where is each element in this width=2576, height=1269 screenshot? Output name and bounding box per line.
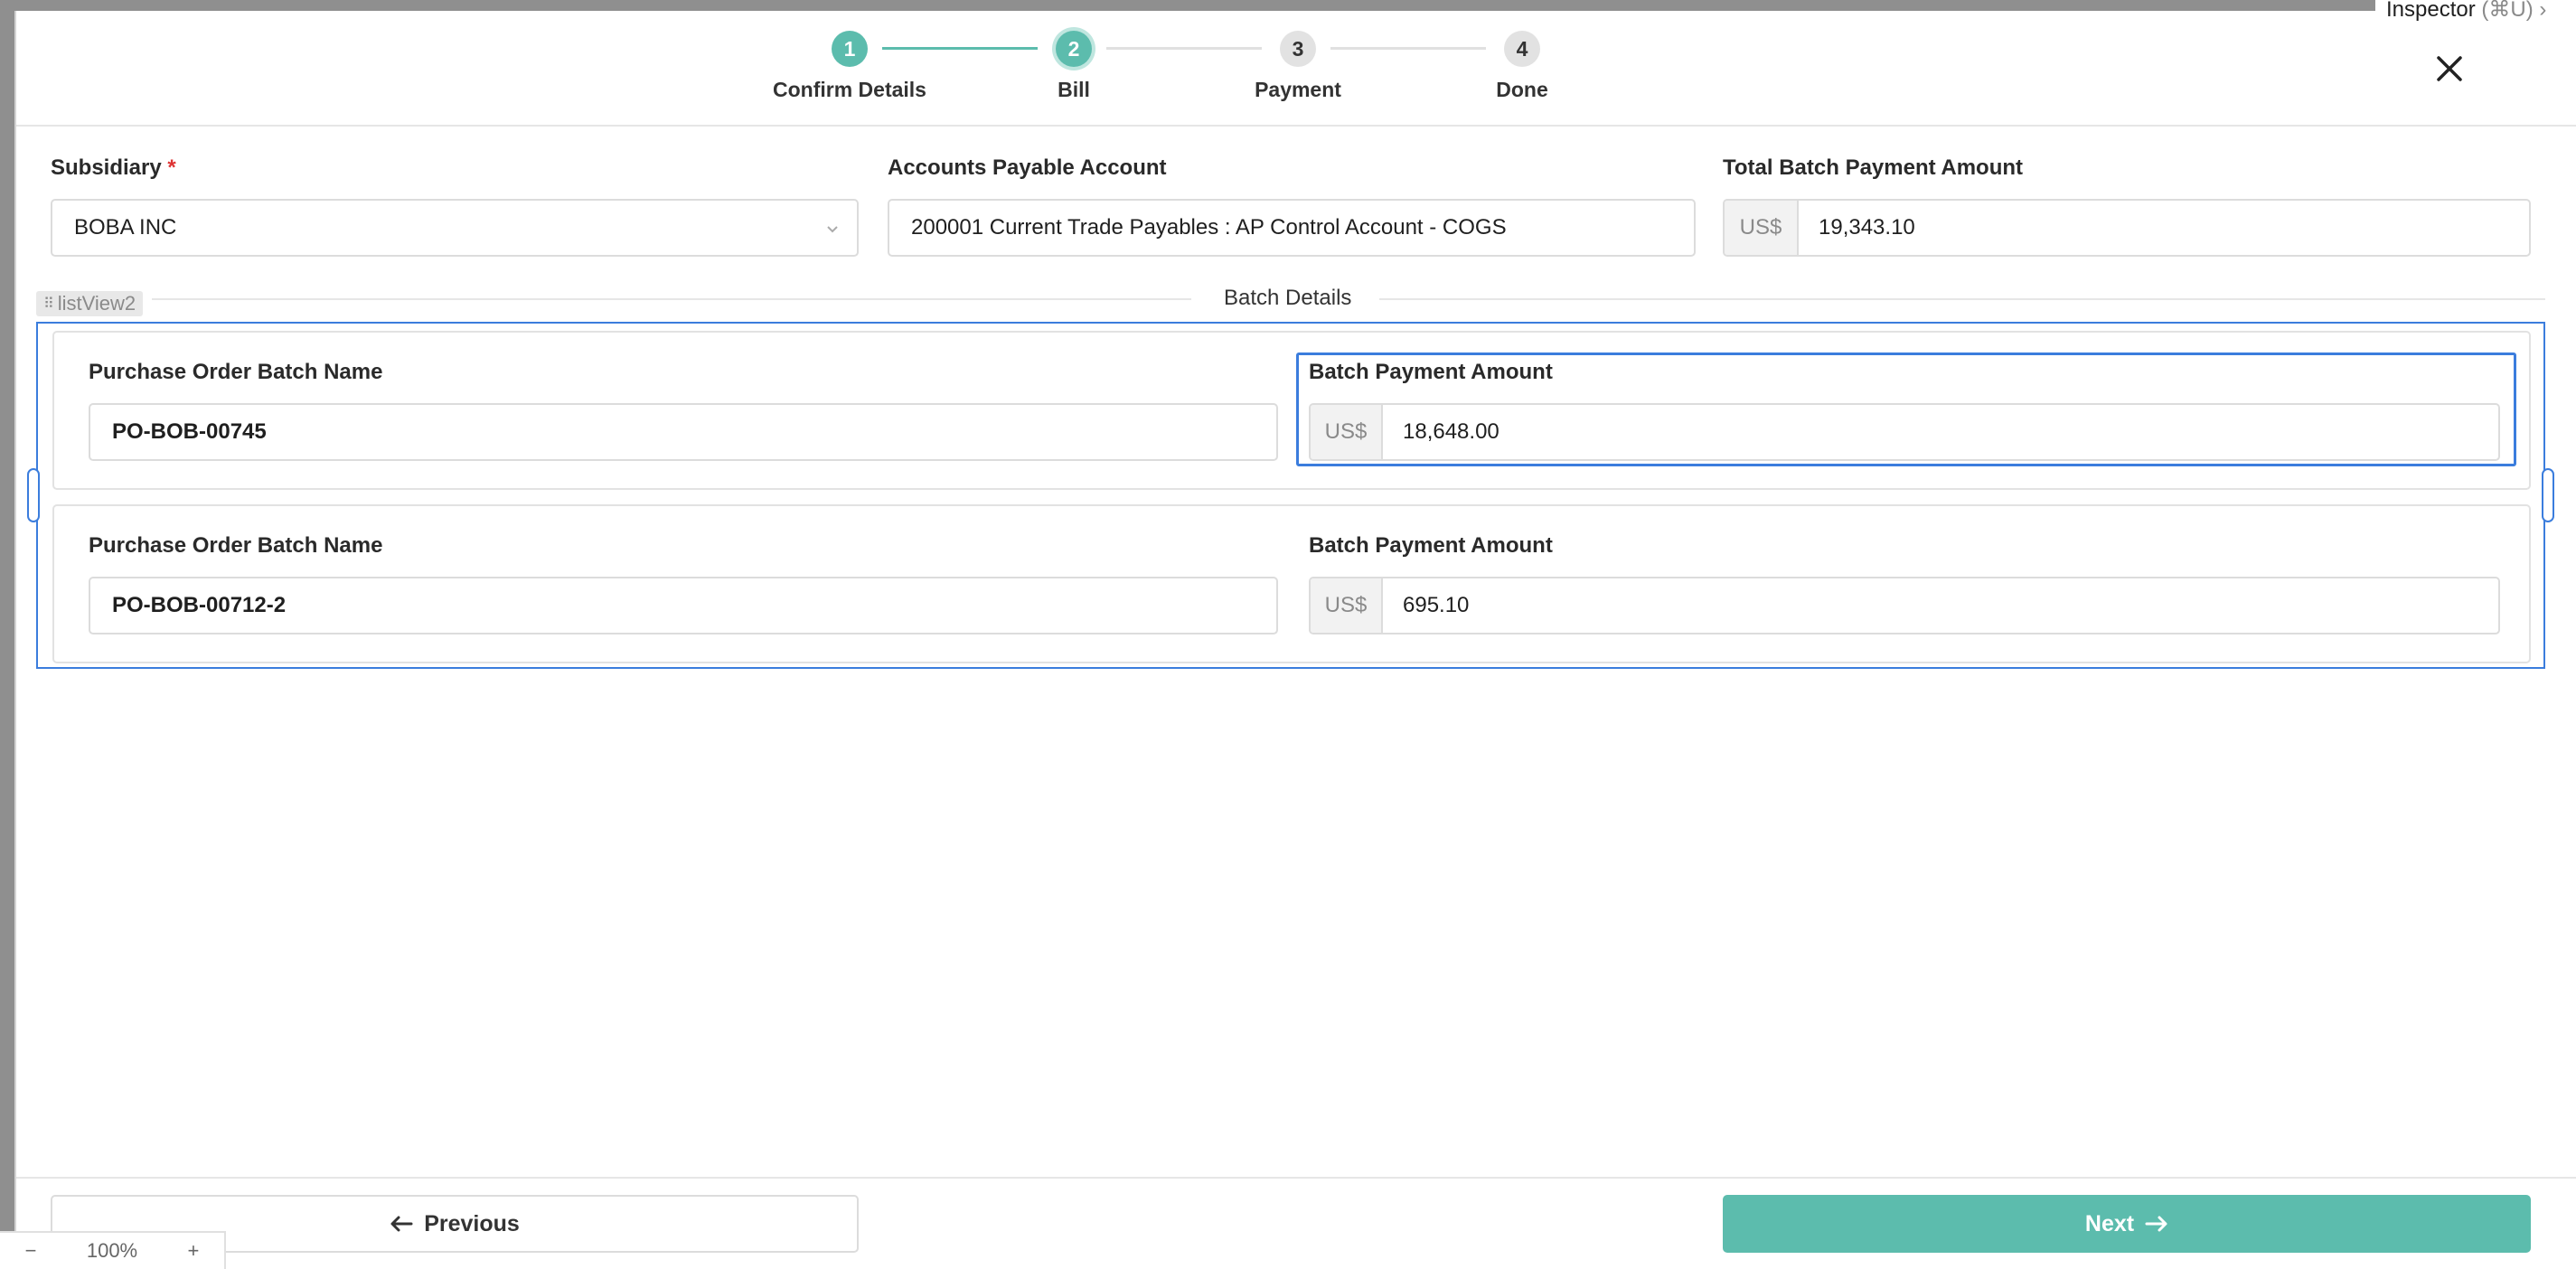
next-label: Next (2084, 1210, 2135, 1236)
step-bill[interactable]: 2 Bill (983, 31, 1164, 102)
step-label: Confirm Details (773, 78, 926, 101)
resize-handle-right[interactable] (2542, 468, 2554, 522)
total-amount-value: 19,343.10 (1819, 215, 1915, 240)
next-button[interactable]: Next (1723, 1195, 2531, 1253)
po-batch-name-label: Purchase Order Batch Name (89, 533, 383, 558)
currency-prefix: US$ (1725, 201, 1799, 255)
list-item: Purchase Order Batch Name PO-BOB-00712-2… (52, 504, 2531, 663)
po-batch-name-field[interactable]: PO-BOB-00712-2 (89, 577, 1278, 634)
batch-amount-label: Batch Payment Amount (1309, 533, 1553, 558)
ap-account-field[interactable]: 200001 Current Trade Payables : AP Contr… (888, 199, 1696, 257)
drag-handle-icon: ⠿ (43, 296, 54, 312)
list-item: Purchase Order Batch Name PO-BOB-00745 B… (52, 331, 2531, 490)
inspector-toggle[interactable]: Inspector (⌘U) › (2375, 0, 2576, 31)
required-marker: * (167, 155, 176, 180)
listview-name: listView2 (57, 292, 136, 315)
currency-prefix: US$ (1311, 405, 1383, 459)
batch-amount-value: 695.10 (1403, 593, 1470, 617)
ap-account-value: 200001 Current Trade Payables : AP Contr… (911, 215, 1507, 240)
subsidiary-value: BOBA INC (74, 215, 177, 240)
step-confirm-details[interactable]: 1 Confirm Details (759, 31, 940, 102)
inspector-shortcut: (⌘U) (2481, 0, 2534, 22)
batch-amount-field[interactable]: US$ 18,648.00 (1309, 403, 2500, 461)
chevron-right-icon: › (2539, 0, 2547, 22)
divider-right (1379, 298, 2545, 300)
batch-payment-modal: 1 Confirm Details 2 Bill 3 Payment 4 Don… (14, 11, 2576, 1269)
subsidiary-select[interactable]: BOBA INC (51, 199, 859, 257)
batch-amount-value: 18,648.00 (1403, 419, 1500, 444)
close-icon[interactable] (2431, 51, 2468, 87)
batch-amount-label: Batch Payment Amount (1309, 360, 1553, 384)
listview-tag[interactable]: ⠿ listView2 (36, 291, 144, 316)
step-number: 3 (1280, 31, 1316, 67)
zoom-out-button[interactable]: − (25, 1239, 37, 1263)
resize-handle-left[interactable] (27, 468, 40, 522)
chevron-down-icon (827, 226, 838, 233)
step-payment[interactable]: 3 Payment (1208, 31, 1388, 102)
po-batch-name-field[interactable]: PO-BOB-00745 (89, 403, 1278, 461)
zoom-in-button[interactable]: + (187, 1239, 199, 1263)
batch-details-title: Batch Details (1224, 286, 1352, 310)
step-number: 1 (832, 31, 868, 67)
inspector-label: Inspector (2386, 0, 2476, 22)
batch-amount-field[interactable]: US$ 695.10 (1309, 577, 2500, 634)
step-label: Bill (1058, 78, 1090, 101)
step-number: 4 (1504, 31, 1540, 67)
zoom-control: − 100% + (0, 1231, 226, 1269)
step-label: Payment (1255, 78, 1341, 101)
step-done[interactable]: 4 Done (1432, 31, 1612, 102)
total-amount-label: Total Batch Payment Amount (1723, 155, 2024, 180)
step-label: Done (1496, 78, 1548, 101)
po-batch-name-value: PO-BOB-00745 (112, 419, 267, 444)
step-number: 2 (1056, 31, 1092, 67)
po-batch-name-label: Purchase Order Batch Name (89, 360, 383, 384)
po-batch-name-value: PO-BOB-00712-2 (112, 593, 287, 617)
zoom-level: 100% (86, 1239, 138, 1262)
arrow-right-icon (2145, 1216, 2167, 1232)
footer-divider (16, 1177, 2576, 1179)
batch-list-view: Purchase Order Batch Name PO-BOB-00745 B… (27, 322, 2554, 669)
previous-label: Previous (424, 1210, 520, 1236)
arrow-left-icon (390, 1216, 413, 1232)
subsidiary-label: Subsidiary * (51, 155, 176, 180)
total-amount-field[interactable]: US$ 19,343.10 (1723, 199, 2531, 257)
currency-prefix: US$ (1311, 578, 1383, 633)
ap-account-label: Accounts Payable Account (888, 155, 1167, 180)
stepper-header: 1 Confirm Details 2 Bill 3 Payment 4 Don… (16, 11, 2576, 127)
divider-left (152, 298, 1191, 300)
